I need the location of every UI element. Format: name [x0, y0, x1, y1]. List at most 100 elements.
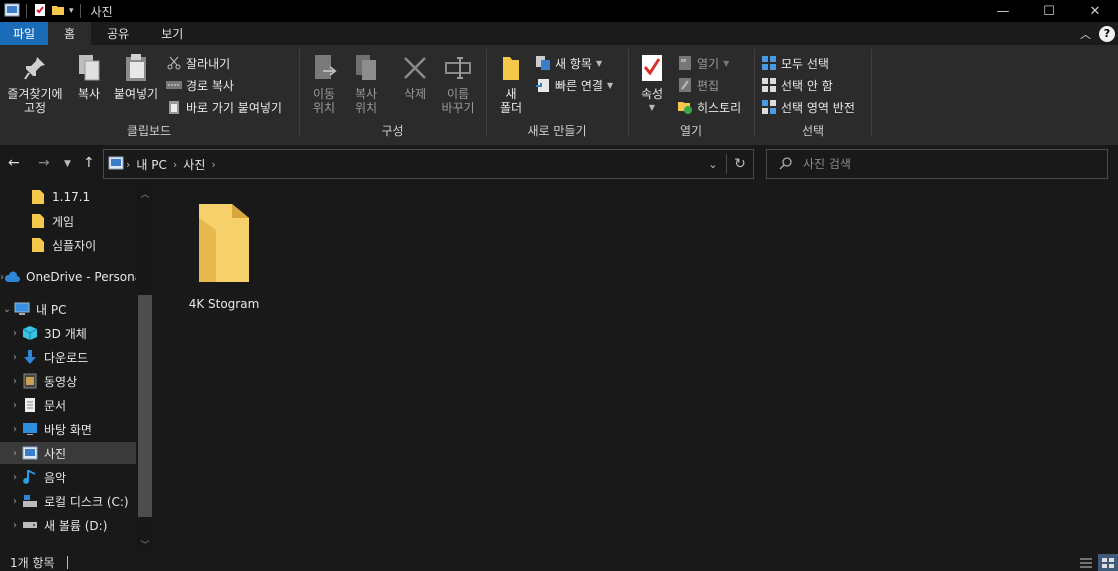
- sidebar-item-this-pc[interactable]: ⌄ 내 PC: [0, 298, 136, 320]
- open-button[interactable]: 열기 ▼: [677, 53, 729, 73]
- help-icon[interactable]: ?: [1099, 25, 1115, 42]
- scissors-icon: [166, 55, 182, 71]
- expand-chevron-icon[interactable]: ›: [8, 328, 22, 339]
- select-all-button[interactable]: 모두 선택: [761, 53, 829, 73]
- refresh-icon[interactable]: ↻: [727, 156, 753, 172]
- breadcrumb-this-pc[interactable]: 내 PC: [136, 156, 166, 173]
- minimize-button[interactable]: —: [980, 0, 1026, 22]
- properties-quick-icon[interactable]: [33, 3, 47, 20]
- sidebar-item-game[interactable]: 게임: [0, 210, 136, 232]
- sidebar-item-downloads[interactable]: › 다운로드: [0, 346, 136, 368]
- sidebar-item-music[interactable]: › 음악: [0, 466, 136, 488]
- sidebar-item-onedrive[interactable]: › OneDrive - Personal: [0, 266, 136, 288]
- delete-button[interactable]: 삭제: [398, 51, 432, 101]
- expand-chevron-icon[interactable]: ›: [8, 472, 22, 483]
- tab-file[interactable]: 파일: [0, 22, 49, 45]
- address-bar[interactable]: › 내 PC › 사진 › ⌄ ↻: [103, 149, 754, 179]
- sidebar-item-label: 게임: [52, 214, 75, 229]
- easy-access-button[interactable]: 빠른 연결 ▼: [535, 75, 613, 95]
- select-none-button[interactable]: 선택 안 함: [761, 75, 833, 95]
- breadcrumb-pictures[interactable]: 사진: [183, 156, 205, 173]
- paste-shortcut-button[interactable]: 바로 가기 붙여넣기: [166, 97, 282, 117]
- pin-label-line1: 즐겨찾기에: [7, 87, 63, 101]
- music-icon: [22, 469, 38, 485]
- invert-selection-button[interactable]: 선택 영역 반전: [761, 97, 855, 117]
- dropdown-arrow-icon: ▼: [595, 58, 603, 68]
- clipboard-group: 즐겨찾기에 고정 복사 붙여넣기 잘라내기 경로 복사 바로 가기 붙여넣기 클…: [0, 47, 298, 143]
- copy-path-icon: [166, 77, 182, 93]
- maximize-button[interactable]: ☐: [1026, 0, 1072, 22]
- expand-chevron-icon[interactable]: ›: [8, 352, 22, 363]
- details-view-icon[interactable]: [1076, 554, 1096, 571]
- expand-chevron-icon[interactable]: ›: [8, 520, 22, 531]
- search-box[interactable]: [766, 149, 1108, 179]
- copy-to-button[interactable]: 복사 위치: [348, 51, 384, 115]
- expand-chevron-icon[interactable]: ›: [8, 496, 22, 507]
- organize-group: 이동 위치 복사 위치 삭제 이름 바꾸기 구성: [300, 47, 485, 143]
- paste-button[interactable]: 붙여넣기: [110, 51, 162, 101]
- expand-chevron-icon[interactable]: ›: [8, 448, 22, 459]
- tab-view[interactable]: 보기: [145, 22, 199, 45]
- new-folder-quick-icon[interactable]: [51, 3, 65, 20]
- sidebar-item-local-disk-c[interactable]: › 로컬 디스크 (C:): [0, 490, 136, 512]
- folder-icon: [30, 189, 46, 205]
- sidebar-item-simplezai[interactable]: 심플자이: [0, 234, 136, 256]
- sidebar-item-pictures[interactable]: › 사진: [0, 442, 136, 464]
- sidebar-item-3d-objects[interactable]: › 3D 개체: [0, 322, 136, 344]
- sidebar-item-videos[interactable]: › 동영상: [0, 370, 136, 392]
- sidebar-scrollbar[interactable]: ︿ ﹀: [137, 183, 153, 554]
- up-arrow-icon[interactable]: ↑: [83, 155, 95, 171]
- breadcrumb-separator-icon[interactable]: ›: [126, 158, 130, 171]
- collapse-chevron-icon[interactable]: ⌄: [0, 304, 14, 315]
- new-folder-icon: [496, 51, 526, 85]
- tab-home[interactable]: 홈: [48, 22, 92, 45]
- breadcrumb-separator-icon[interactable]: ›: [211, 158, 215, 171]
- sidebar-item-desktop[interactable]: › 바탕 화면: [0, 418, 136, 440]
- select-none-label: 선택 안 함: [781, 78, 833, 93]
- scroll-up-icon[interactable]: ︿: [137, 187, 153, 201]
- divider: [66, 556, 68, 569]
- new-folder-label-line1: 새: [505, 87, 517, 101]
- window-pictures-icon[interactable]: [4, 3, 20, 20]
- close-button[interactable]: ✕: [1072, 0, 1118, 22]
- history-button[interactable]: 히스토리: [677, 97, 741, 117]
- sidebar-item-1-17-1[interactable]: 1.17.1: [0, 186, 136, 208]
- large-icons-view-icon[interactable]: [1098, 554, 1118, 571]
- sidebar-item-documents[interactable]: › 문서: [0, 394, 136, 416]
- pictures-icon: [22, 445, 38, 461]
- back-arrow-icon[interactable]: ←: [8, 155, 20, 171]
- cut-button[interactable]: 잘라내기: [166, 53, 230, 73]
- move-to-button[interactable]: 이동 위치: [306, 51, 342, 115]
- history-icon: [677, 99, 693, 115]
- scroll-down-icon[interactable]: ﹀: [137, 538, 153, 552]
- address-dropdown-chevron-icon[interactable]: ⌄: [700, 158, 726, 171]
- recent-locations-chevron-icon[interactable]: ▼: [64, 159, 71, 169]
- sidebar-item-label: 심플자이: [52, 238, 97, 253]
- paste-icon: [121, 51, 151, 85]
- tab-share[interactable]: 공유: [91, 22, 145, 45]
- copy-path-button[interactable]: 경로 복사: [166, 75, 234, 95]
- navigation-pane: 1.17.1 게임 심플자이 › OneDrive - Personal ⌄ 내…: [0, 183, 155, 554]
- copy-button[interactable]: 복사: [72, 51, 106, 101]
- file-item[interactable]: 4K Stogram: [186, 200, 262, 311]
- sidebar-item-label: 바탕 화면: [44, 422, 92, 437]
- forward-arrow-icon[interactable]: →: [38, 155, 50, 171]
- search-input[interactable]: [803, 157, 1083, 171]
- file-list-area[interactable]: 4K Stogram: [155, 183, 1118, 554]
- expand-chevron-icon[interactable]: ›: [8, 376, 22, 387]
- edit-button[interactable]: 편집: [677, 75, 719, 95]
- rename-button[interactable]: 이름 바꾸기: [436, 51, 480, 115]
- desktop-icon: [22, 421, 38, 437]
- expand-chevron-icon[interactable]: ›: [8, 400, 22, 411]
- new-folder-button[interactable]: 새 폴더: [493, 51, 529, 115]
- scrollbar-thumb[interactable]: [138, 295, 152, 517]
- new-item-button[interactable]: 새 항목 ▼: [535, 53, 602, 73]
- pin-to-quick-access-button[interactable]: 즐겨찾기에 고정: [4, 51, 66, 115]
- collapse-ribbon-icon[interactable]: ︿: [1080, 26, 1091, 42]
- expand-chevron-icon[interactable]: ›: [8, 424, 22, 435]
- customize-quick-access-icon[interactable]: ▾: [69, 6, 74, 16]
- properties-button[interactable]: 속성 ▼: [635, 51, 669, 115]
- breadcrumb-separator-icon[interactable]: ›: [173, 158, 177, 171]
- sidebar-item-label: 동영상: [44, 374, 78, 389]
- sidebar-item-new-volume-d[interactable]: › 새 볼륨 (D:): [0, 514, 136, 536]
